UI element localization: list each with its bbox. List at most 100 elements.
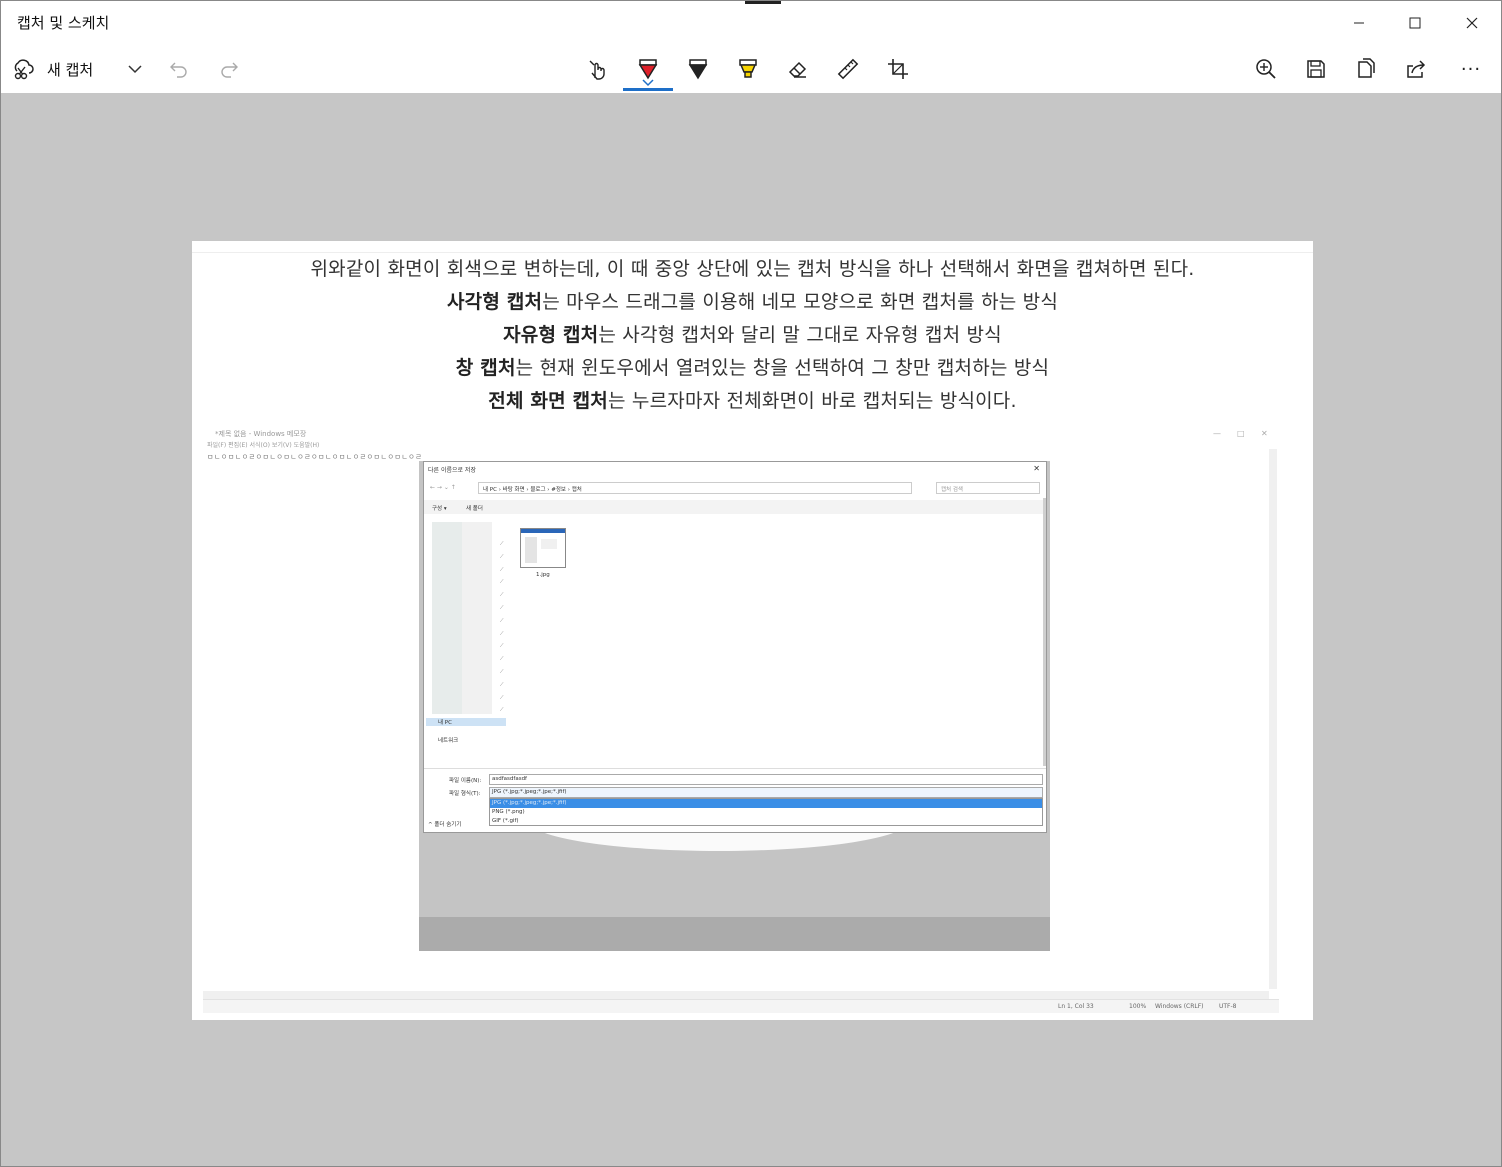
dark-band [419,917,1050,951]
filetype-select: JPG (*.jpg;*.jpeg;*.jpe;*.jfif) [489,787,1043,798]
nav-item-network: 네트워크 [438,738,459,744]
notepad-menu: 파일(F) 편집(E) 서식(O) 보기(V) 도움말(H) [207,442,320,449]
ruler-icon [837,58,859,80]
zoom-in-icon [1256,59,1276,79]
filetype-option: GIF (*.gif) [492,818,519,824]
toolbar: 새 캡처 ··· [1,45,1501,93]
title-bar: 캡처 및 스케치 [1,1,1501,45]
filetype-options: JPG (*.jpg;*.jpeg;*.jpe;*.jfif) PNG (*.p… [489,798,1043,826]
doc-line-3-text: 는 사각형 캡처와 달리 말 그대로 자유형 캡처 방식 [598,324,1002,346]
copy-button[interactable] [1346,49,1386,89]
more-options-button[interactable]: ··· [1451,49,1491,89]
path-segment: 블로그 [530,487,546,493]
highlighter-icon [739,59,757,78]
divider [192,252,1313,253]
doc-line-4: 창 캡처는 현재 윈도우에서 열려있는 창을 선택하여 그 창만 캡처하는 방식 [192,353,1313,380]
close-button[interactable] [1444,1,1500,45]
maximize-button[interactable] [1387,1,1443,45]
file-name-label: 1.jpg [536,572,550,578]
dialog-scrollbar [1043,498,1046,766]
pencil-button[interactable] [678,49,718,89]
crop-icon [888,59,908,79]
gray-overlay: 다른 이름으로 저장 ✕ ← → ⌄ ↑ 내 PC › 바탕 화면 › 블로그 … [419,461,1050,951]
nav-arrows: ← → ⌄ ↑ [430,484,456,491]
capture-canvas[interactable]: 위와같이 화면이 회색으로 변하는데, 이 때 중앙 상단에 있는 캡처 방식을… [192,241,1313,1020]
capture-and-sketch-window: 캡처 및 스케치 새 캡처 ··· 위와같이 화면이 회색으로 변하는데, 이 … [0,0,1502,1167]
status-zoom: 100% [1129,1003,1147,1010]
new-capture-label: 새 캡처 [47,60,94,79]
filename-label: 파일 이름(N): [449,778,482,784]
notepad-minimize-icon: — [1213,429,1221,438]
file-thumbnail [520,528,566,568]
dialog-search: 캡처 검색 [936,482,1040,494]
window-title: 캡처 및 스케치 [17,14,110,32]
path-segment: 바탕 화면 [502,487,525,493]
drag-handle[interactable] [745,1,781,4]
filetype-option: JPG (*.jpg;*.jpeg;*.jpe;*.jfif) [490,799,1042,808]
minimize-button[interactable] [1331,1,1387,45]
notepad-maximize-icon: □ [1237,429,1245,438]
chevron-down-icon [128,65,142,74]
nav-item-this-pc: 내 PC [426,718,506,726]
new-capture-button[interactable]: 새 캡처 [11,49,93,89]
status-eol: Windows (CRLF) [1155,1003,1204,1010]
undo-icon [170,62,187,78]
doc-line-2: 사각형 캡처는 마우스 드래그를 이용해 네모 모양으로 화면 캡처를 하는 방… [192,287,1313,314]
share-button[interactable] [1396,49,1436,89]
nav-pane [432,522,492,714]
doc-line-2-text: 는 마우스 드래그를 이용해 네모 모양으로 화면 캡처를 하는 방식 [542,291,1059,313]
dialog-divider [424,768,1046,769]
chevron-down-icon [642,79,654,87]
doc-line-3: 자유형 캡처는 사각형 캡처와 달리 말 그대로 자유형 캡처 방식 [192,320,1313,347]
save-icon [1307,60,1325,78]
touch-writing-icon [589,60,605,80]
crop-button[interactable] [878,49,918,89]
notepad-hscroll [203,991,1269,999]
notepad-status-bar: Ln 1, Col 33 100% Windows (CRLF) UTF-8 [203,999,1279,1013]
doc-line-3-bold: 자유형 캡처 [503,324,599,346]
maximize-icon [1409,17,1421,29]
dialog-close-icon: ✕ [1033,464,1040,473]
address-bar: 내 PC › 바탕 화면 › 블로그 › #정보 › 캡처 [478,482,912,494]
filename-field: asdfasdfasdf [489,774,1043,785]
doc-line-4-bold: 창 캡처 [455,357,516,379]
touch-writing-button[interactable] [578,49,618,89]
undo-button[interactable] [159,49,199,89]
notepad-close-icon: ✕ [1261,429,1268,438]
filetype-label: 파일 형식(T): [449,791,481,797]
doc-line-1: 위와같이 화면이 회색으로 변하는데, 이 때 중앙 상단에 있는 캡처 방식을… [310,258,1195,280]
doc-line-4-text: 는 현재 윈도우에서 열려있는 창을 선택하여 그 창만 캡처하는 방식 [515,357,1050,379]
status-encoding: UTF-8 [1219,1003,1237,1010]
notepad-title: *제목 없음 - Windows 메모장 [215,430,307,438]
ruler-button[interactable] [828,49,868,89]
save-button[interactable] [1296,49,1336,89]
eraser-button[interactable] [778,49,818,89]
status-position: Ln 1, Col 33 [1058,1003,1094,1010]
path-segment: #정보 [551,487,566,493]
pin-icons: ⟋ ⟋ ⟋ ⟋ ⟋ ⟋ ⟋ ⟋ ⟋ ⟋ ⟋ ⟋ ⟋ ⟋ [500,541,504,714]
active-tool-indicator [623,88,673,91]
zoom-button[interactable] [1246,49,1286,89]
share-icon [1407,60,1426,78]
notepad-text: ㅁㄴㅇㅁㄴㅇㄹㅇㅁㄴㅇㅁㄴㅇㄹㅇㅁㄴㅇㅁㄴㅇㄹㅇㅁㄴㅇㅁㄴㅇㄹ [207,453,423,461]
minimize-icon [1354,22,1364,24]
path-segment: 캡처 [571,487,582,493]
dialog-command-bar: 구성 ▾ 새 폴더 [424,500,1046,514]
hide-folders-toggle: ^ 폴더 숨기기 [428,822,462,828]
save-as-dialog: 다른 이름으로 저장 ✕ ← → ⌄ ↑ 내 PC › 바탕 화면 › 블로그 … [423,461,1047,833]
capture-mode-dropdown[interactable] [115,49,155,89]
doc-line-5-text: 는 누르자마자 전체화면이 바로 캡처되는 방식이다. [608,390,1017,412]
filetype-option: PNG (*.png) [492,809,525,815]
notepad-vscroll [1269,449,1277,989]
doc-line-5-bold: 전체 화면 캡처 [488,390,608,412]
dialog-title: 다른 이름으로 저장 [428,467,476,474]
scissors-cloud-icon [14,59,34,80]
copy-icon [1358,58,1375,78]
embedded-screenshot: *제목 없음 - Windows 메모장 — □ ✕ 파일(F) 편집(E) 서… [203,427,1279,1013]
ballpoint-pen-icon [638,59,658,80]
highlighter-button[interactable] [728,49,768,89]
redo-button[interactable] [209,49,249,89]
path-segment: 내 PC [483,487,497,493]
doc-line-2-bold: 사각형 캡처 [446,291,543,313]
new-folder-button: 새 폴더 [466,506,483,512]
